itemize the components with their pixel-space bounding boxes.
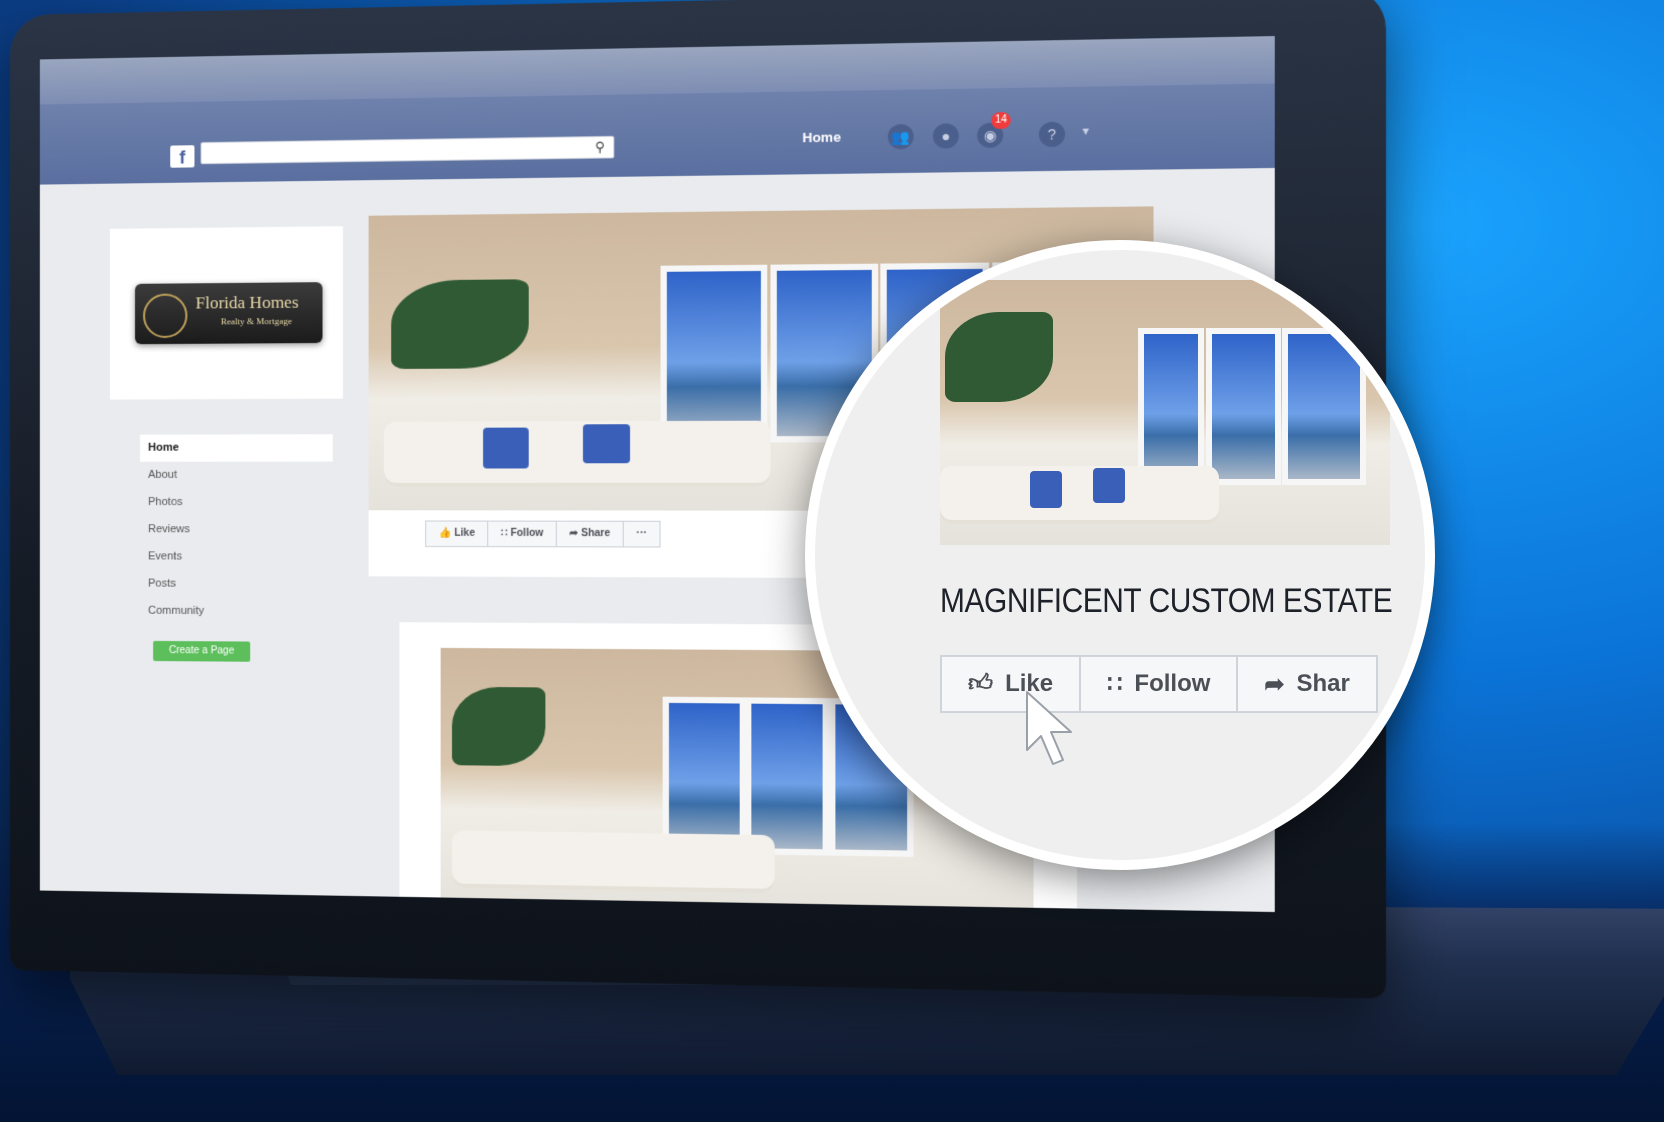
messenger-icon[interactable]: ● xyxy=(932,123,959,149)
notification-badge: 14 xyxy=(991,112,1011,130)
window xyxy=(745,697,830,856)
share-arrow-icon: ➦ xyxy=(569,527,579,540)
window xyxy=(660,264,768,443)
pillow xyxy=(483,427,530,469)
browser-chrome xyxy=(39,36,1275,105)
zoomed-action-bar: 👍︎ Like ∷ Follow ➦ Shar xyxy=(940,655,1378,713)
zoom-magnifier: MAGNIFICENT CUSTOM ESTATE 👍︎ Like ∷ Foll… xyxy=(805,240,1435,870)
nav-home-link[interactable]: Home xyxy=(802,129,841,145)
post-action-bar: 👍 Like ∷ Follow ➦ Share ··· xyxy=(425,520,661,548)
search-icon[interactable]: ⚲ xyxy=(595,139,605,156)
side-nav-about[interactable]: About xyxy=(140,462,333,489)
zoomed-share-label: Shar xyxy=(1296,670,1350,697)
window xyxy=(662,696,747,855)
thumbs-up-icon: 👍︎ xyxy=(968,670,994,697)
listing-title: MAGNIFICENT CUSTOM ESTATE xyxy=(940,582,1393,620)
mouse-cursor-icon xyxy=(1026,691,1072,765)
sofa xyxy=(940,465,1219,524)
rss-icon: ∷ xyxy=(500,527,508,539)
thumbs-up-icon: 👍 xyxy=(438,527,452,539)
window xyxy=(1205,327,1281,486)
window xyxy=(1138,327,1204,486)
side-nav-community[interactable]: Community xyxy=(140,598,333,626)
side-nav-posts[interactable]: Posts xyxy=(140,570,333,598)
plant xyxy=(452,686,546,767)
share-button[interactable]: ➦ Share xyxy=(556,521,624,547)
plant xyxy=(944,311,1053,402)
pillow xyxy=(583,424,630,463)
follow-label: Follow xyxy=(510,527,544,540)
zoomed-share-button[interactable]: ➦ Shar xyxy=(1238,657,1375,711)
more-button[interactable]: ··· xyxy=(624,522,660,547)
logo-subtitle: Realty & Mortgage xyxy=(220,315,292,327)
rss-icon: ∷ xyxy=(1107,670,1123,698)
pillow xyxy=(1030,470,1062,508)
sofa xyxy=(383,420,771,487)
page-side-nav: Home About Photos Reviews Events Posts C… xyxy=(140,434,333,626)
window xyxy=(1282,327,1366,486)
side-nav-photos[interactable]: Photos xyxy=(140,489,333,516)
zoomed-cover-photo xyxy=(940,280,1390,545)
globe-icon xyxy=(143,293,188,339)
side-nav-events[interactable]: Events xyxy=(140,543,333,571)
like-label: Like xyxy=(454,527,476,539)
create-page-button[interactable]: Create a Page xyxy=(153,640,251,662)
zoomed-follow-button[interactable]: ∷ Follow xyxy=(1081,657,1239,711)
side-nav-reviews[interactable]: Reviews xyxy=(140,516,333,544)
share-arrow-icon: ➦ xyxy=(1264,670,1285,698)
pillow xyxy=(1093,468,1125,503)
help-icon[interactable]: ? xyxy=(1038,121,1066,148)
side-nav-home[interactable]: Home xyxy=(140,434,333,462)
follow-button[interactable]: ∷ Follow xyxy=(488,521,557,547)
profile-picture-card[interactable]: Florida Homes Realty & Mortgage xyxy=(109,226,343,400)
logo-title: Florida Homes xyxy=(195,292,299,313)
search-input[interactable]: ⚲ xyxy=(200,135,615,165)
share-label: Share xyxy=(581,527,611,540)
zoomed-follow-label: Follow xyxy=(1134,670,1211,697)
like-button[interactable]: 👍 Like xyxy=(426,521,489,547)
sofa xyxy=(452,829,775,893)
friends-icon[interactable]: 👥 xyxy=(887,123,914,150)
facebook-top-bar: f ⚲ Home 👥 ● ◉ 14 ? ▾ xyxy=(39,36,1275,185)
chevron-down-icon[interactable]: ▾ xyxy=(1082,123,1089,138)
plant xyxy=(391,279,530,369)
florida-homes-logo: Florida Homes Realty & Mortgage xyxy=(134,282,323,345)
facebook-logo[interactable]: f xyxy=(170,145,195,168)
